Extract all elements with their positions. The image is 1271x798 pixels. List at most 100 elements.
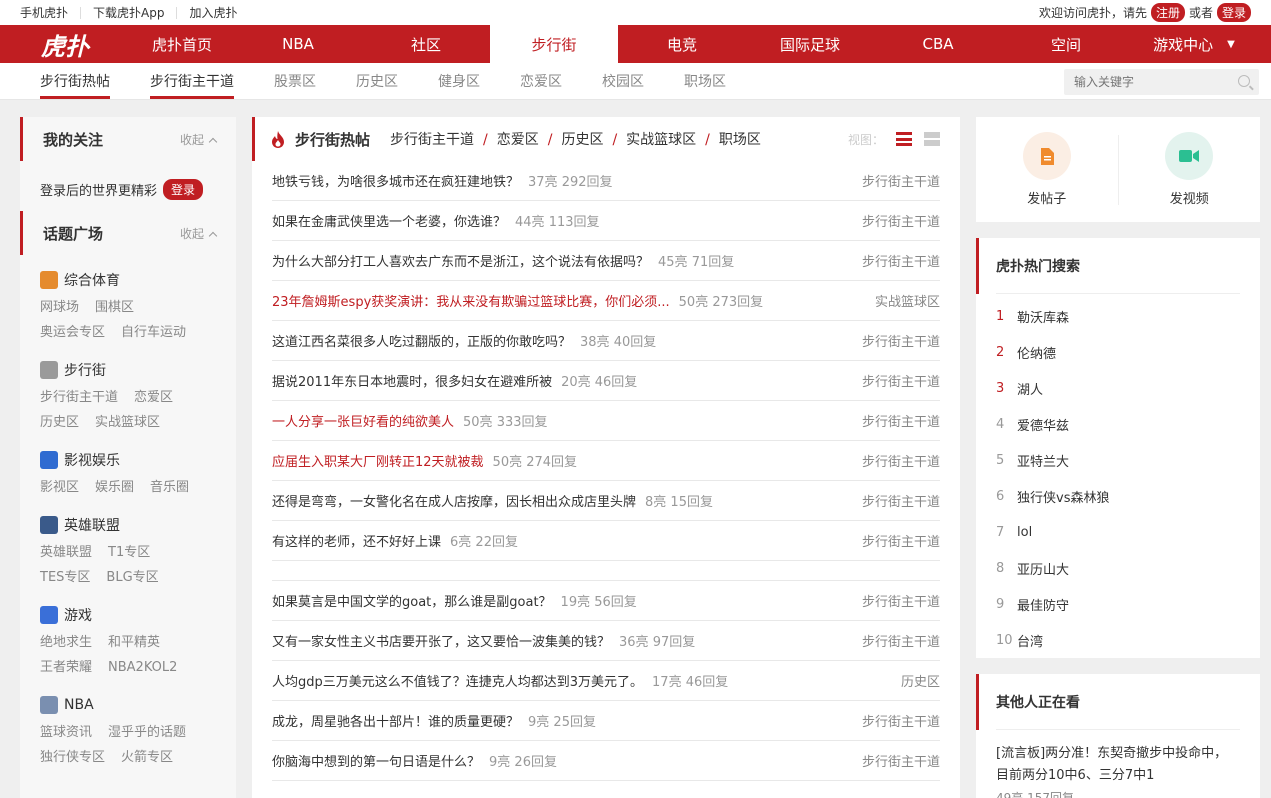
hot-search-item[interactable]: 6 独行侠vs森林狼 [996, 478, 1240, 514]
post-zone-link[interactable]: 步行街主干道 [862, 591, 940, 610]
topic-link[interactable]: 实战篮球区 [95, 410, 160, 435]
topic-link[interactable]: 王者荣耀 [40, 655, 92, 680]
search-icon[interactable] [1238, 75, 1250, 87]
topic-group-header[interactable]: 步行街 [40, 359, 216, 381]
topic-link[interactable]: 绝地求生 [40, 630, 92, 655]
post-title-link[interactable]: 应届生入职某大厂刚转正12天就被裁 [272, 451, 484, 470]
topic-link[interactable]: 火箭专区 [121, 745, 173, 770]
topic-link[interactable]: 音乐圈 [150, 475, 189, 500]
hot-search-item[interactable]: 5 亚特兰大 [996, 442, 1240, 478]
topic-link[interactable]: BLG专区 [106, 565, 158, 590]
post-title-link[interactable]: 人均gdp三万美元这么不值钱了？连捷克人均都达到3万美元了。 [272, 671, 643, 690]
mobile-hupu-link[interactable]: 手机虎扑 [20, 6, 82, 19]
post-zone-link[interactable]: 历史区 [901, 671, 940, 690]
post-zone-link[interactable]: 步行街主干道 [862, 331, 940, 350]
hot-search-item[interactable]: 8 亚历山大 [996, 550, 1240, 586]
sidebar-login-button[interactable]: 登录 [163, 178, 204, 200]
topic-group-header[interactable]: NBA [40, 694, 216, 716]
post-title-link[interactable]: 一人分享一张巨好看的纯欲美人 [272, 411, 454, 430]
hot-search-item[interactable]: 7 lol [996, 514, 1240, 550]
topic-link[interactable]: 娱乐圈 [95, 475, 134, 500]
post-title-link[interactable]: 还得是弯弯，一女警化名在成人店按摩，因长相出众成店里头牌 [272, 491, 636, 510]
post-zone-link[interactable]: 步行街主干道 [862, 371, 940, 390]
post-title-link[interactable]: 你脑海中想到的第一句日语是什么？ [272, 751, 480, 770]
post-title-link[interactable]: 据说2011年东日本地震时，很多妇女在避难所被 [272, 371, 552, 390]
post-zone-link[interactable]: 步行街主干道 [862, 171, 940, 190]
subnav-workplace[interactable]: 职场区 [684, 63, 726, 100]
post-title-link[interactable]: 如果莫言是中国文学的goat，那么谁是副goat？ [272, 591, 552, 610]
breadcrumb-item[interactable]: 步行街主干道 [390, 132, 474, 148]
topic-group-header[interactable]: 影视娱乐 [40, 449, 216, 471]
search-input[interactable] [1074, 75, 1224, 89]
topic-group-header[interactable]: 英雄联盟 [40, 514, 216, 536]
subnav-stocks[interactable]: 股票区 [274, 63, 316, 100]
nav-community[interactable]: 社区 [362, 25, 490, 63]
topic-link[interactable]: 英雄联盟 [40, 540, 92, 565]
join-hupu-link[interactable]: 加入虎扑 [189, 7, 249, 19]
hot-search-item[interactable]: 9 最佳防守 [996, 586, 1240, 622]
download-app-link[interactable]: 下载虎扑App [93, 6, 178, 19]
topic-link[interactable]: 网球场 [40, 295, 79, 320]
fold-follow-button[interactable]: 收起 [180, 131, 218, 148]
grid-view-icon[interactable] [924, 132, 940, 146]
post-title-link[interactable]: 为什么大部分打工人喜欢去广东而不是浙江，这个说法有依据吗？ [272, 251, 649, 270]
post-zone-link[interactable]: 步行街主干道 [862, 211, 940, 230]
nav-esports[interactable]: 电竞 [618, 25, 746, 63]
hot-search-item[interactable]: 4 爱德华兹 [996, 406, 1240, 442]
breadcrumb-item[interactable]: 历史区 [561, 132, 603, 148]
hupu-logo[interactable]: 虎扑 [0, 25, 130, 63]
fold-topic-button[interactable]: 收起 [180, 225, 218, 242]
topic-group-header[interactable]: 游戏 [40, 604, 216, 626]
subnav-love[interactable]: 恋爱区 [520, 63, 562, 100]
topic-link[interactable]: 湿乎乎的话题 [108, 720, 186, 745]
topic-link[interactable]: 自行车运动 [121, 320, 186, 345]
post-title-link[interactable]: 如果在金庸武侠里选一个老婆，你选谁？ [272, 211, 506, 230]
new-video-button[interactable]: 发视频 [1119, 132, 1261, 207]
nav-game-center[interactable]: 游戏中心 ▼ [1130, 25, 1258, 63]
login-button[interactable]: 登录 [1216, 3, 1251, 22]
breadcrumb-item[interactable]: 职场区 [719, 132, 761, 148]
post-title-link[interactable]: 成龙，周星驰各出十部片！谁的质量更硬？ [272, 711, 519, 730]
topic-link[interactable]: 步行街主干道 [40, 385, 118, 410]
post-title-link[interactable]: 地铁亏钱，为啥很多城市还在疯狂建地铁？ [272, 171, 519, 190]
new-post-button[interactable]: 发帖子 [976, 132, 1118, 207]
topic-link[interactable]: 围棋区 [95, 295, 134, 320]
nav-cba[interactable]: CBA [874, 25, 1002, 63]
post-zone-link[interactable]: 实战篮球区 [875, 291, 940, 310]
nav-soccer[interactable]: 国际足球 [746, 25, 874, 63]
hot-search-item[interactable]: 2 伦纳德 [996, 334, 1240, 370]
nav-nba[interactable]: NBA [234, 25, 362, 63]
topic-link[interactable]: 独行侠专区 [40, 745, 105, 770]
topic-link[interactable]: 和平精英 [108, 630, 160, 655]
topic-link[interactable]: 篮球资讯 [40, 720, 92, 745]
subnav-campus[interactable]: 校园区 [602, 63, 644, 100]
others-watching-post[interactable]: [流言板]两分准！东契奇撤步中投命中，目前两分10中6、三分7中1 [996, 743, 1240, 787]
topic-group-header[interactable]: 综合体育 [40, 269, 216, 291]
topic-link[interactable]: 历史区 [40, 410, 79, 435]
post-title-link[interactable]: 又有一家女性主义书店要开张了，这又要恰一波集美的钱？ [272, 631, 610, 650]
breadcrumb-item[interactable]: 实战篮球区 [626, 132, 696, 148]
post-zone-link[interactable]: 步行街主干道 [862, 631, 940, 650]
nav-bxj[interactable]: 步行街 [490, 25, 618, 63]
post-zone-link[interactable]: 步行街主干道 [862, 451, 940, 470]
breadcrumb-item[interactable]: 恋爱区 [497, 132, 539, 148]
topic-link[interactable]: 恋爱区 [134, 385, 173, 410]
topic-link[interactable]: TES专区 [40, 565, 90, 590]
list-view-icon[interactable] [896, 132, 912, 146]
post-zone-link[interactable]: 步行街主干道 [862, 711, 940, 730]
post-zone-link[interactable]: 步行街主干道 [862, 531, 940, 550]
hot-search-item[interactable]: 10 台湾 [996, 622, 1240, 658]
post-zone-link[interactable]: 步行街主干道 [862, 751, 940, 770]
subnav-bxj-hot[interactable]: 步行街热帖 [40, 63, 110, 100]
post-zone-link[interactable]: 步行街主干道 [862, 411, 940, 430]
subnav-bxj-main[interactable]: 步行街主干道 [150, 63, 234, 100]
post-title-link[interactable]: 这道江西名菜很多人吃过翻版的，正版的你敢吃吗？ [272, 331, 571, 350]
topic-link[interactable]: 奥运会专区 [40, 320, 105, 345]
topic-link[interactable]: NBA2KOL2 [108, 655, 177, 680]
post-title-link[interactable]: 23年詹姆斯espy获奖演讲：我从来没有欺骗过篮球比赛，你们必须... [272, 291, 670, 310]
subnav-history[interactable]: 历史区 [356, 63, 398, 100]
hot-search-item[interactable]: 1 勒沃库森 [996, 298, 1240, 334]
post-zone-link[interactable]: 步行街主干道 [862, 491, 940, 510]
nav-space[interactable]: 空间 [1002, 25, 1130, 63]
topic-link[interactable]: 影视区 [40, 475, 79, 500]
